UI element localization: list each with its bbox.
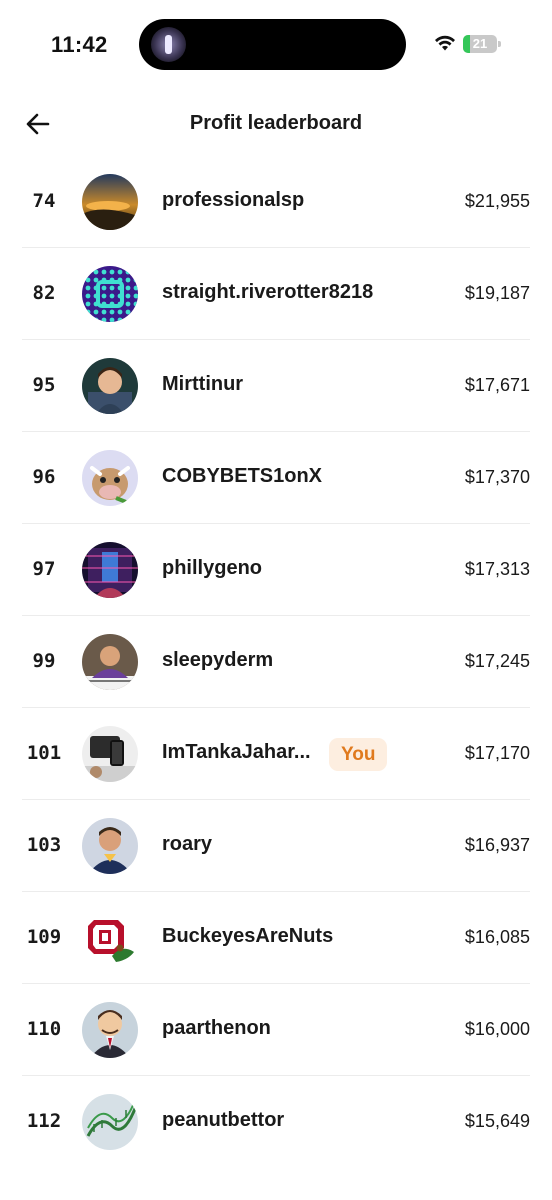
leaderboard-row[interactable]: 103 roary $16,937 bbox=[22, 800, 530, 892]
rank-number: 109 bbox=[26, 926, 62, 948]
avatar-image bbox=[82, 266, 138, 322]
leaderboard-row[interactable]: 99 sleepyderm $17,245 bbox=[22, 616, 530, 708]
leaderboard-row[interactable]: 97 phillygeno $17,313 bbox=[22, 524, 530, 616]
avatar-image bbox=[82, 542, 138, 598]
rank-number: 103 bbox=[26, 834, 62, 856]
status-time: 11:42 bbox=[51, 32, 108, 57]
avatar[interactable] bbox=[82, 726, 138, 782]
avatar-image bbox=[82, 1002, 138, 1058]
avatar[interactable] bbox=[82, 1002, 138, 1058]
username[interactable]: professionalsp bbox=[162, 189, 304, 212]
leaderboard-list: 74 professionalsp $21,955 82 straight.rivero… bbox=[22, 156, 530, 1168]
username[interactable]: COBYBETS1onX bbox=[162, 465, 322, 488]
avatar[interactable] bbox=[82, 818, 138, 874]
profit-amount: $17,671 bbox=[464, 375, 530, 395]
rank-number: 112 bbox=[26, 1110, 62, 1132]
username[interactable]: BuckeyesAreNuts bbox=[162, 925, 333, 948]
leaderboard-row[interactable]: 112 peanutbettor $15,649 bbox=[22, 1076, 530, 1168]
avatar-image bbox=[82, 726, 138, 782]
profit-amount: $16,000 bbox=[464, 1019, 530, 1039]
battery-cap bbox=[498, 41, 501, 47]
username[interactable]: sleepyderm bbox=[162, 649, 273, 672]
you-badge: You bbox=[329, 738, 388, 771]
avatar-image bbox=[82, 634, 138, 690]
dynamic-island bbox=[139, 19, 406, 70]
battery-level: 21 bbox=[472, 36, 488, 51]
status-bar: 11:42 21 bbox=[0, 0, 552, 92]
avatar[interactable] bbox=[82, 174, 138, 230]
wifi-icon bbox=[435, 35, 455, 51]
avatar-image bbox=[82, 818, 138, 874]
profit-amount: $16,085 bbox=[464, 927, 530, 947]
username[interactable]: ImTankaJahar... bbox=[162, 741, 311, 764]
profit-amount: $17,313 bbox=[464, 559, 530, 579]
leaderboard-row[interactable]: 110 paarthenon $16,000 bbox=[22, 984, 530, 1076]
rank-number: 97 bbox=[32, 558, 56, 580]
leaderboard-row[interactable]: 74 professionalsp $21,955 bbox=[22, 156, 530, 248]
avatar[interactable] bbox=[82, 542, 138, 598]
username[interactable]: peanutbettor bbox=[162, 1109, 284, 1132]
avatar[interactable] bbox=[82, 1094, 138, 1150]
username[interactable]: Mirttinur bbox=[162, 373, 243, 396]
leaderboard-row[interactable]: 96 COBYBETS1onX $17,370 bbox=[22, 432, 530, 524]
profit-amount: $17,370 bbox=[464, 467, 530, 487]
avatar-image bbox=[82, 450, 138, 506]
profit-amount: $16,937 bbox=[464, 835, 530, 855]
avatar[interactable] bbox=[82, 266, 138, 322]
avatar[interactable] bbox=[82, 910, 138, 966]
username[interactable]: paarthenon bbox=[162, 1017, 271, 1040]
leaderboard-row[interactable]: 101 ImTankaJahar... You $17,170 bbox=[22, 708, 530, 800]
leaderboard-row[interactable]: 109 BuckeyesAreNuts $16,085 bbox=[22, 892, 530, 984]
flashlight-indicator-icon bbox=[151, 27, 186, 62]
rank-number: 110 bbox=[26, 1018, 62, 1040]
avatar[interactable] bbox=[82, 450, 138, 506]
leaderboard-row[interactable]: 95 Mirttinur $17,671 bbox=[22, 340, 530, 432]
header: Profit leaderboard bbox=[0, 92, 552, 154]
rank-number: 99 bbox=[32, 650, 56, 672]
avatar-image bbox=[82, 1094, 138, 1150]
avatar-image bbox=[82, 358, 138, 414]
username[interactable]: roary bbox=[162, 833, 212, 856]
profit-amount: $17,170 bbox=[464, 743, 530, 763]
rank-number: 101 bbox=[26, 742, 62, 764]
rank-number: 95 bbox=[32, 374, 56, 396]
profit-amount: $21,955 bbox=[464, 191, 530, 211]
username[interactable]: phillygeno bbox=[162, 557, 262, 580]
rank-number: 74 bbox=[32, 190, 56, 212]
rank-number: 96 bbox=[32, 466, 56, 488]
page-title: Profit leaderboard bbox=[189, 112, 363, 134]
avatar[interactable] bbox=[82, 634, 138, 690]
username[interactable]: straight.riverotter8218 bbox=[162, 281, 373, 304]
profit-amount: $15,649 bbox=[464, 1111, 530, 1131]
rank-number: 82 bbox=[32, 282, 56, 304]
avatar-image bbox=[82, 174, 138, 230]
avatar[interactable] bbox=[82, 358, 138, 414]
avatar-image bbox=[82, 910, 138, 966]
profit-amount: $17,245 bbox=[464, 651, 530, 671]
profit-amount: $19,187 bbox=[464, 283, 530, 303]
leaderboard-row[interactable]: 82 straight.riverotter8218 $19,187 bbox=[22, 248, 530, 340]
battery-icon: 21 bbox=[463, 35, 497, 53]
